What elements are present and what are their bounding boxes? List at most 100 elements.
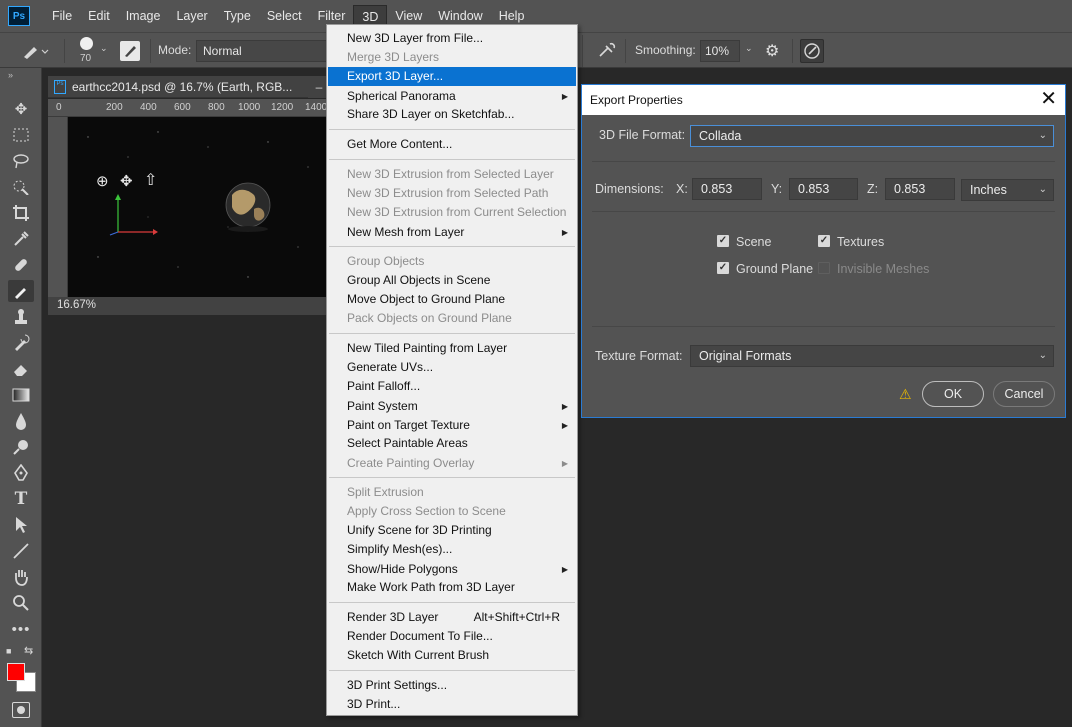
menu-item-spherical-panorama[interactable]: Spherical Panorama ▶ [328, 87, 576, 106]
menu-item-3d-print-settings[interactable]: 3D Print Settings... [328, 676, 576, 695]
orbit-3d-icon[interactable]: ⊕ [96, 172, 109, 190]
dimensions-label: Dimensions: [595, 182, 664, 196]
menu-item-pack-objects[interactable]: Pack Objects on Ground Plane [328, 309, 576, 328]
pressure-for-size-icon[interactable] [800, 39, 824, 63]
x-label: X: [676, 182, 688, 196]
menu-file[interactable]: File [44, 5, 80, 27]
menu-item-move-to-ground-plane[interactable]: Move Object to Ground Plane [328, 290, 576, 309]
gear-icon[interactable]: ⚙ [765, 41, 779, 61]
zoom-level[interactable]: 16.67% [57, 299, 96, 311]
menu-item-3d-print[interactable]: 3D Print... [328, 695, 576, 714]
healing-brush-tool-icon[interactable] [8, 254, 34, 276]
menu-image[interactable]: Image [118, 5, 169, 27]
chevron-down-icon: ⌄ [1038, 350, 1047, 361]
chevron-down-icon[interactable]: ⌄ [100, 43, 108, 54]
menu-item-new-mesh-from-layer[interactable]: New Mesh from Layer ▶ [328, 223, 576, 242]
menu-item-extrusion-from-path[interactable]: New 3D Extrusion from Selected Path [328, 184, 576, 203]
menu-item-new-tiled-painting[interactable]: New Tiled Painting from Layer [328, 339, 576, 358]
blur-tool-icon[interactable] [8, 410, 34, 432]
submenu-arrow-icon: ▶ [561, 228, 568, 237]
move-tool-icon[interactable]: ✥ [8, 98, 34, 120]
document-tab[interactable]: Ps earthcc2014.psd @ 16.7% (Earth, RGB..… [48, 76, 330, 98]
menu-item-show-hide-polygons[interactable]: Show/Hide Polygons ▶ [328, 560, 576, 579]
scene-checkbox[interactable]: ✓ [717, 235, 729, 247]
ground-plane-checkbox[interactable]: ✓ [717, 262, 729, 274]
document-canvas[interactable]: ⊕ ✥ ⇧ [68, 117, 330, 297]
texture-format-select[interactable]: Original Formats ⌄ [690, 345, 1054, 367]
menu-item-share-on-sketchfab[interactable]: Share 3D Layer on Sketchfab... [328, 105, 576, 124]
cancel-button[interactable]: Cancel [993, 381, 1055, 407]
eyedropper-tool-icon[interactable] [8, 228, 34, 250]
menu-item-extrusion-from-layer[interactable]: New 3D Extrusion from Selected Layer [328, 165, 576, 184]
crop-tool-icon[interactable] [8, 202, 34, 224]
menu-type[interactable]: Type [216, 5, 259, 27]
menu-item-export-3d-layer[interactable]: Export 3D Layer... [328, 67, 576, 86]
divider [792, 39, 793, 63]
brush-tip-icon[interactable] [80, 37, 93, 50]
menu-item-create-painting-overlay[interactable]: Create Painting Overlay ▶ [328, 454, 576, 473]
pan-3d-icon[interactable]: ✥ [120, 172, 133, 190]
menu-item-select-paintable-areas[interactable]: Select Paintable Areas [328, 434, 576, 453]
quick-mask-icon[interactable] [12, 702, 30, 718]
invisible-meshes-checkbox[interactable] [818, 262, 830, 274]
menu-item-generate-uvs[interactable]: Generate UVs... [328, 358, 576, 377]
smoothing-field[interactable]: 10% [700, 40, 740, 62]
menu-item-extrusion-from-selection[interactable]: New 3D Extrusion from Current Selection [328, 203, 576, 222]
brush-settings-panel-icon[interactable] [120, 41, 140, 61]
swap-colors-icon[interactable]: ⇆ [24, 644, 33, 657]
more-tools-icon[interactable]: ••• [8, 618, 34, 640]
gradient-tool-icon[interactable] [8, 384, 34, 406]
y-dimension-field[interactable]: 0.853 [789, 178, 858, 200]
marquee-tool-icon[interactable] [8, 124, 34, 146]
ok-button[interactable]: OK [922, 381, 984, 407]
default-colors-icon[interactable]: ■ [6, 646, 11, 656]
z-dimension-field[interactable]: 0.853 [885, 178, 955, 200]
x-dimension-field[interactable]: 0.853 [692, 178, 762, 200]
close-icon[interactable]: ✕ [1040, 88, 1057, 110]
brush-tool-icon[interactable] [8, 280, 34, 302]
hand-tool-icon[interactable] [8, 566, 34, 588]
menu-item-sketch-current-brush[interactable]: Sketch With Current Brush [328, 646, 576, 665]
menu-layer[interactable]: Layer [168, 5, 215, 27]
menu-select[interactable]: Select [259, 5, 310, 27]
menu-item-paint-on-target-texture[interactable]: Paint on Target Texture ▶ [328, 416, 576, 435]
menu-item-split-extrusion[interactable]: Split Extrusion [328, 483, 576, 502]
type-tool-icon[interactable]: T [8, 488, 34, 510]
menu-item-apply-cross-section[interactable]: Apply Cross Section to Scene [328, 502, 576, 521]
zoom-tool-icon[interactable] [8, 592, 34, 614]
ruler-tick: 400 [140, 102, 157, 113]
textures-checkbox[interactable]: ✓ [818, 235, 830, 247]
quick-selection-tool-icon[interactable] [8, 176, 34, 198]
foreground-color-swatch[interactable] [7, 663, 25, 681]
clone-stamp-tool-icon[interactable] [8, 306, 34, 328]
chevron-down-icon[interactable]: ⌄ [745, 43, 753, 54]
menu-item-merge-3d-layers[interactable]: Merge 3D Layers [328, 48, 576, 67]
brush-tool-preset-icon[interactable] [20, 41, 50, 64]
menu-item-paint-falloff[interactable]: Paint Falloff... [328, 377, 576, 396]
mode-select[interactable]: Normal [196, 40, 331, 62]
menu-item-new-3d-layer-from-file[interactable]: New 3D Layer from File... [328, 29, 576, 48]
menu-item-unify-scene[interactable]: Unify Scene for 3D Printing [328, 521, 576, 540]
lasso-tool-icon[interactable] [8, 150, 34, 172]
dodge-tool-icon[interactable] [8, 436, 34, 458]
menu-item-group-objects[interactable]: Group Objects [328, 252, 576, 271]
history-brush-tool-icon[interactable] [8, 332, 34, 354]
dolly-3d-icon[interactable]: ⇧ [144, 170, 157, 190]
pen-tool-icon[interactable] [8, 462, 34, 484]
submenu-arrow-icon: ▶ [561, 402, 568, 411]
units-select[interactable]: Inches ⌄ [961, 179, 1054, 201]
menu-item-make-work-path[interactable]: Make Work Path from 3D Layer [328, 578, 576, 597]
path-selection-tool-icon[interactable] [8, 514, 34, 536]
menu-item-render-document[interactable]: Render Document To File... [328, 627, 576, 646]
file-format-select[interactable]: Collada ⌄ [690, 125, 1054, 147]
menu-item-group-all-objects[interactable]: Group All Objects in Scene [328, 271, 576, 290]
line-tool-icon[interactable] [8, 540, 34, 562]
eraser-tool-icon[interactable] [8, 358, 34, 380]
menu-item-paint-system[interactable]: Paint System ▶ [328, 397, 576, 416]
collapse-icon[interactable]: » [8, 70, 13, 80]
menu-item-simplify-meshes[interactable]: Simplify Mesh(es)... [328, 540, 576, 559]
airbrush-icon[interactable] [597, 42, 617, 63]
menu-item-render-3d-layer[interactable]: Render 3D Layer Alt+Shift+Ctrl+R [328, 608, 576, 627]
menu-edit[interactable]: Edit [80, 5, 118, 27]
menu-item-get-more-content[interactable]: Get More Content... [328, 135, 576, 154]
